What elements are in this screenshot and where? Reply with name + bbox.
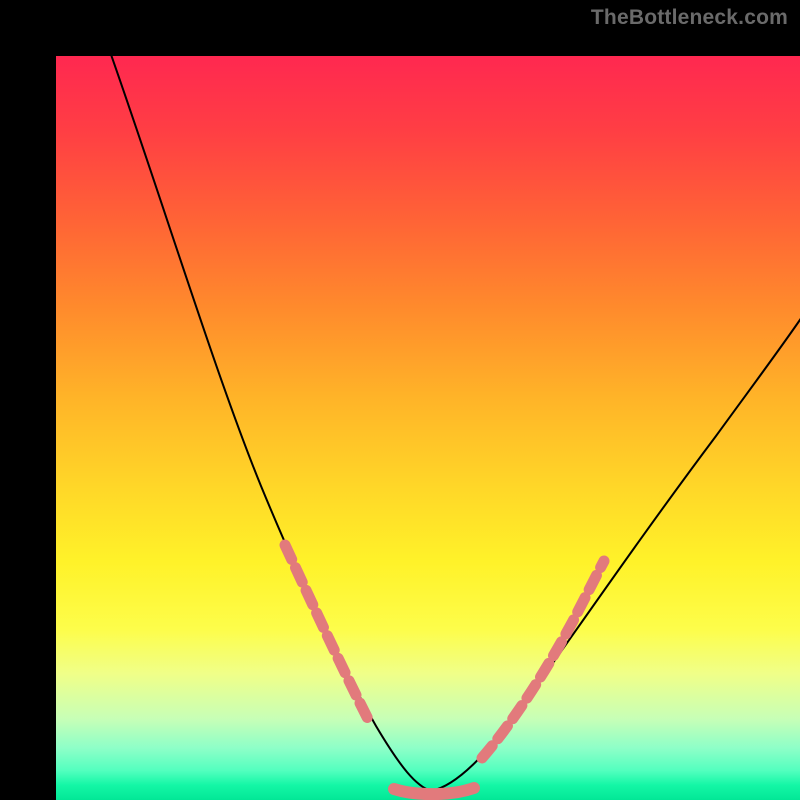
left-curve [108,56,431,791]
right-curve [431,311,800,791]
left-beads [285,545,369,721]
plot-area [56,56,800,800]
floor-beads [394,788,474,794]
curve-layer [56,56,800,800]
watermark-text: TheBottleneck.com [591,6,788,30]
chart-frame [0,0,800,800]
right-beads [482,561,604,758]
